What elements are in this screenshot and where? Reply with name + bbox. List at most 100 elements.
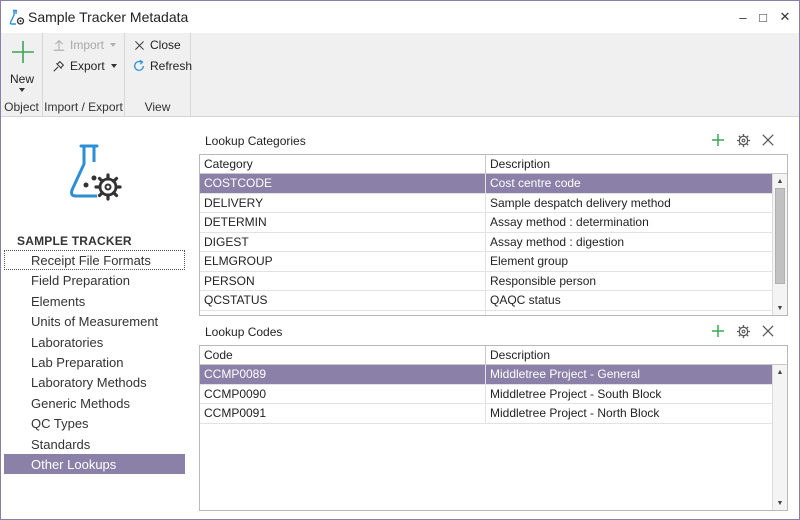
- gear-icon: [736, 324, 750, 338]
- cell-description: Element group: [490, 254, 569, 268]
- cell-description: QAQC status: [490, 293, 561, 307]
- column-header-code[interactable]: Code: [200, 346, 486, 365]
- cell-description: Middletree Project - General: [490, 367, 641, 381]
- sidebar-item[interactable]: Other Lookups: [4, 453, 185, 475]
- flask-gear-logo-icon: [70, 144, 122, 201]
- cell-code: CCMP0090: [200, 384, 486, 404]
- categories-scrollbar[interactable]: ▲ ▼: [772, 174, 787, 315]
- chevron-down-icon: [110, 64, 117, 68]
- table-row[interactable]: QSTATUSStatus: [200, 310, 772, 316]
- cell-description: Responsible person: [490, 273, 597, 288]
- add-code-button[interactable]: [709, 322, 727, 340]
- table-row[interactable]: COSTCODE Cost centre code: [200, 174, 772, 194]
- refresh-label: Refresh: [150, 59, 193, 73]
- scroll-down-icon[interactable]: ▼: [773, 496, 787, 510]
- refresh-icon: [131, 58, 147, 74]
- sidebar-item[interactable]: Laboratories: [4, 332, 185, 352]
- codes-toolbar: [709, 322, 779, 342]
- import-button[interactable]: Import: [51, 35, 117, 55]
- chevron-down-icon: [19, 88, 25, 92]
- new-button-label: New: [9, 72, 34, 86]
- sidebar-item[interactable]: Field Preparation: [4, 270, 185, 290]
- sidebar-item[interactable]: Elements: [4, 291, 185, 311]
- categories-grid: Category Description COSTCODE Cost centre…: [199, 154, 788, 316]
- ribbon-group-object: New Object: [1, 33, 43, 117]
- sidebar-item[interactable]: Laboratory Methods: [4, 372, 185, 392]
- sidebar-item[interactable]: Units of Measurement: [4, 311, 185, 331]
- column-header-description[interactable]: Description: [486, 155, 787, 174]
- close-window-button[interactable]: ✕: [773, 5, 797, 29]
- plus-icon: [12, 41, 34, 63]
- sidebar-heading: SAMPLE TRACKER: [17, 234, 132, 248]
- close-button[interactable]: Close: [131, 35, 181, 55]
- sidebar-item[interactable]: Receipt File Formats: [4, 250, 185, 271]
- group-label-import-export: Import / Export: [44, 100, 123, 114]
- plus-icon: [712, 134, 724, 146]
- close-label: Close: [150, 38, 181, 52]
- cell-code: DETERMIN: [200, 213, 486, 232]
- table-row[interactable]: DIGEST Assay method : digestion: [200, 232, 772, 252]
- cell-code: ELMGROUP: [200, 252, 486, 271]
- sidebar-item[interactable]: Lab Preparation: [4, 352, 185, 372]
- cell-code: QCSTATUS: [200, 291, 486, 310]
- table-row[interactable]: CCMP0091 Middletree Project - North Block: [200, 404, 772, 424]
- export-button[interactable]: Export: [51, 56, 117, 76]
- scrollbar-thumb[interactable]: [775, 188, 785, 284]
- sidebar-item[interactable]: Standards: [4, 434, 185, 454]
- sidebar-item[interactable]: QC Types: [4, 413, 185, 433]
- scroll-down-icon[interactable]: ▼: [773, 301, 787, 315]
- cell-code: QSTATUS: [200, 310, 486, 315]
- codes-grid: Code Description CCMP0089 Middletree Proj…: [199, 345, 788, 511]
- cell-description: Middletree Project - South Block: [490, 386, 662, 401]
- code-settings-button[interactable]: [734, 322, 752, 340]
- add-category-button[interactable]: [709, 131, 727, 149]
- table-row[interactable]: DETERMIN Assay method : determination: [200, 213, 772, 233]
- content-area: SAMPLE TRACKER Receipt File Formats Field…: [1, 118, 799, 519]
- export-icon: [51, 58, 67, 74]
- group-label-view: View: [144, 100, 171, 114]
- column-header-description[interactable]: Description: [486, 346, 787, 365]
- cell-code: CCMP0091: [200, 404, 486, 423]
- column-header-category[interactable]: Category: [200, 155, 486, 174]
- cell-description: Sample despatch delivery method: [490, 195, 671, 210]
- cell-code: CCMP0089: [200, 365, 486, 384]
- ribbon-group-import-export: Import Export Import / Export: [43, 33, 125, 117]
- categories-rows: COSTCODE Cost centre code DELIVERY Sample d…: [200, 174, 772, 316]
- table-row[interactable]: ELMGROUP Element group: [200, 252, 772, 272]
- gear-icon: [736, 133, 750, 147]
- window-title: Sample Tracker Metadata: [28, 9, 189, 25]
- group-label-object: Object: [4, 100, 39, 114]
- close-icon: [131, 37, 147, 53]
- cell-code: DELIVERY: [200, 193, 486, 213]
- sidebar-item[interactable]: Generic Methods: [4, 393, 185, 413]
- sidebar-nav: Receipt File Formats Field Preparation Ele…: [4, 250, 185, 475]
- categories-toolbar: [709, 131, 779, 151]
- import-icon: [51, 37, 67, 53]
- close-icon: [762, 134, 774, 146]
- table-row[interactable]: QCSTATUS QAQC status: [200, 291, 772, 311]
- table-row[interactable]: PERSON Responsible person: [200, 271, 772, 291]
- scroll-up-icon[interactable]: ▲: [773, 174, 787, 188]
- app-window: Sample Tracker Metadata – □ ✕ New Object…: [0, 0, 800, 520]
- plus-icon: [712, 325, 724, 337]
- remove-code-button[interactable]: [759, 322, 777, 340]
- cell-code: PERSON: [200, 271, 486, 291]
- flask-gear-app-icon: [9, 9, 25, 25]
- codes-scrollbar[interactable]: ▲ ▼: [772, 365, 787, 510]
- cell-description: Cost centre code: [490, 176, 581, 190]
- table-row[interactable]: CCMP0090 Middletree Project - South Block: [200, 384, 772, 404]
- cell-description: Assay method : digestion: [490, 234, 625, 249]
- codes-grid-header: Code Description: [200, 346, 787, 365]
- table-row[interactable]: CCMP0089 Middletree Project - General: [200, 365, 772, 385]
- remove-category-button[interactable]: [759, 131, 777, 149]
- category-settings-button[interactable]: [734, 131, 752, 149]
- scroll-up-icon[interactable]: ▲: [773, 365, 787, 379]
- new-button[interactable]: New: [5, 37, 39, 93]
- cell-code: DIGEST: [200, 232, 486, 252]
- ribbon-group-view: Close Refresh View: [125, 33, 192, 117]
- table-row[interactable]: DELIVERY Sample despatch delivery method: [200, 193, 772, 213]
- cell-description: Middletree Project - North Block: [490, 406, 660, 420]
- refresh-button[interactable]: Refresh: [131, 56, 192, 76]
- maximize-button[interactable]: □: [751, 5, 775, 29]
- cell-description: Status: [486, 311, 772, 316]
